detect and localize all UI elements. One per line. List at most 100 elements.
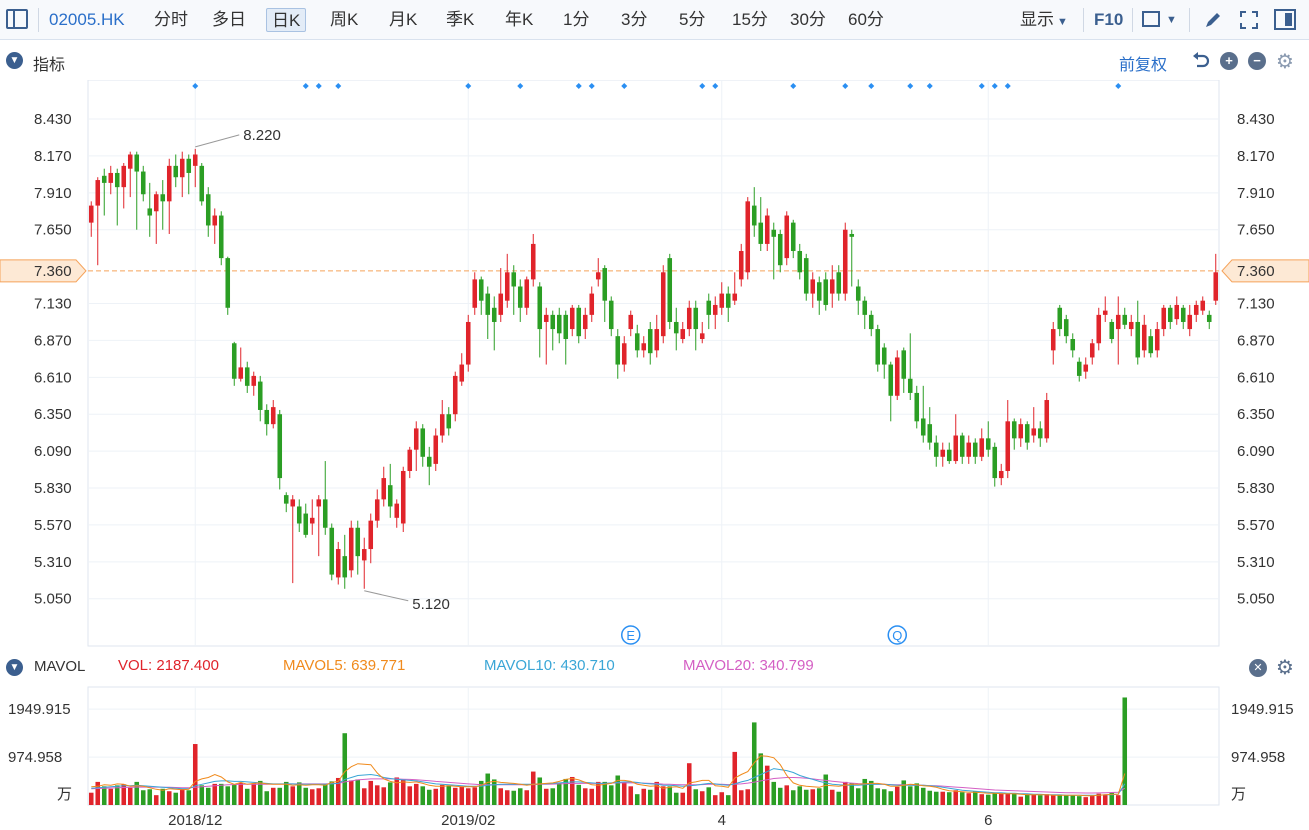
tab-period-9[interactable]: 5分	[679, 8, 705, 32]
tab-period-1[interactable]: 多日	[212, 8, 246, 32]
volume-bar	[920, 787, 926, 805]
volume-bar	[452, 787, 458, 805]
candle-body	[706, 300, 712, 315]
sidebar-toggle-icon[interactable]	[6, 9, 28, 29]
candle-body	[342, 556, 348, 578]
volume-bar	[218, 783, 224, 805]
candle-body	[95, 180, 101, 206]
price-adjust-button[interactable]: 前复权	[1119, 51, 1167, 75]
candle-body	[400, 470, 406, 524]
tab-period-8[interactable]: 3分	[621, 8, 647, 32]
panel-layout-icon[interactable]	[1274, 9, 1296, 30]
volume-bar	[758, 753, 764, 805]
candle-body	[680, 329, 686, 340]
close-panel-icon[interactable]: ✕	[1249, 659, 1267, 677]
tab-period-4[interactable]: 月K	[389, 8, 417, 32]
fullscreen-icon[interactable]	[1238, 9, 1260, 31]
volume-bar	[745, 789, 751, 805]
volume-bar	[387, 782, 393, 805]
zoom-out-icon[interactable]: −	[1248, 52, 1266, 70]
volume-bar	[465, 788, 471, 805]
display-menu[interactable]: 显示 ▼	[1020, 8, 1068, 32]
tab-period-7[interactable]: 1分	[563, 8, 589, 32]
candle-body	[667, 258, 673, 322]
y-tick-label-left: 5.570	[34, 517, 72, 534]
candle-body	[491, 307, 497, 322]
candle-body	[439, 414, 445, 436]
candle-body	[745, 201, 751, 273]
ticker-symbol[interactable]: 02005.HK	[49, 8, 125, 32]
volume-bar	[179, 788, 185, 805]
volume-bar	[1089, 795, 1095, 805]
volume-bar	[374, 785, 380, 805]
volume-bar	[589, 788, 595, 805]
tab-period-3[interactable]: 周K	[330, 8, 358, 32]
volume-bar	[998, 793, 1004, 805]
y-tick-label-right: 6.610	[1237, 369, 1275, 386]
x-tick-label: 4	[718, 812, 726, 829]
tab-period-10[interactable]: 15分	[732, 8, 768, 32]
pen-icon[interactable]	[1202, 9, 1224, 31]
candle-body	[1083, 364, 1089, 372]
volume-bar	[673, 792, 679, 805]
undo-icon[interactable]	[1190, 50, 1212, 72]
price-chart[interactable]: 8.430 8.430 8.170 8.170 7.910 7.910 7.650 7.650…	[0, 80, 1309, 650]
candle-body	[777, 233, 783, 266]
volume-bar	[1050, 795, 1056, 805]
volume-chart[interactable]: 1949.915 1949.915 974.958 974.958 万 万 2018/12 2…	[0, 685, 1309, 830]
volume-bar	[693, 789, 699, 805]
candle-body	[1044, 400, 1050, 439]
candle-body	[979, 438, 985, 457]
candle-body	[1057, 307, 1063, 330]
zoom-in-icon[interactable]: +	[1220, 52, 1238, 70]
volume-bar	[966, 793, 972, 805]
volume-panel-title: MAVOL	[34, 658, 86, 675]
candle-body	[556, 314, 562, 334]
candle-body	[264, 409, 270, 425]
volume-settings-gear-icon[interactable]: ⚙	[1276, 655, 1294, 680]
tab-period-5[interactable]: 季K	[446, 8, 474, 32]
candle-body	[1135, 321, 1141, 358]
candle-body	[621, 343, 627, 365]
y-tick-label-right: 5.050	[1237, 591, 1275, 608]
tab-period-2[interactable]: 日K	[266, 8, 307, 32]
volume-bar	[205, 787, 211, 805]
candle-body	[459, 364, 465, 382]
volume-bar	[719, 792, 725, 805]
volume-bar	[1011, 793, 1017, 805]
chevron-down-icon[interactable]: ▼	[1166, 8, 1177, 32]
volume-bar	[836, 791, 842, 805]
volume-bar	[972, 791, 978, 805]
f10-button[interactable]: F10	[1094, 8, 1123, 32]
candle-body	[381, 478, 387, 500]
tab-period-0[interactable]: 分时	[154, 8, 188, 32]
candle-body	[1167, 307, 1173, 322]
volume-bar	[439, 784, 445, 805]
candle-body	[966, 442, 972, 457]
volume-bar	[829, 789, 835, 805]
candle-body	[1180, 307, 1186, 322]
volume-bar	[186, 790, 192, 805]
volume-bar	[244, 788, 250, 805]
candle-body	[1063, 319, 1069, 337]
candle-body	[1128, 321, 1134, 330]
tab-period-12[interactable]: 60分	[848, 8, 884, 32]
square-icon[interactable]	[1142, 11, 1160, 27]
candle-body	[407, 449, 413, 471]
candle-body	[322, 499, 328, 528]
y-tick-label-left: 8.430	[34, 111, 72, 128]
candle-body	[530, 243, 536, 280]
collapse-triangle-icon[interactable]: ▼	[6, 659, 23, 676]
candle-body	[790, 222, 796, 252]
settings-gear-icon[interactable]: ⚙	[1276, 49, 1294, 74]
indicator-title: 指标	[33, 57, 66, 74]
volume-tick-label-left: 974.958	[8, 749, 62, 766]
volume-bar	[153, 795, 159, 805]
collapse-triangle-icon[interactable]: ▼	[6, 52, 23, 69]
tab-period-6[interactable]: 年K	[505, 8, 533, 32]
y-tick-label-right: 5.830	[1237, 480, 1275, 497]
tab-period-11[interactable]: 30分	[790, 8, 826, 32]
y-tick-label-left: 8.170	[34, 148, 72, 165]
volume-bar	[712, 795, 718, 805]
candle-body	[855, 286, 861, 301]
